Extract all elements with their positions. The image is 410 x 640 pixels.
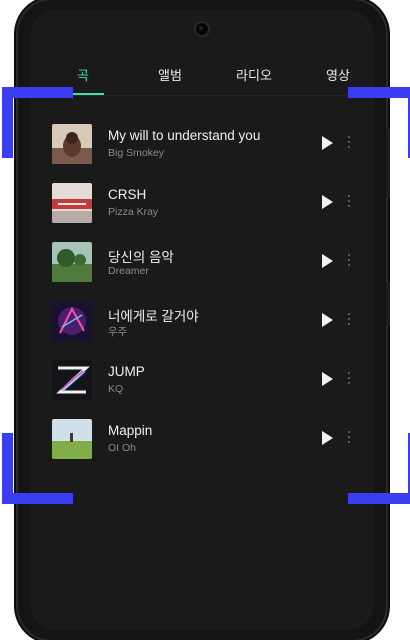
song-title: My will to understand you — [108, 128, 261, 143]
more-vertical-icon[interactable] — [346, 313, 352, 329]
song-row[interactable]: CRSH Pizza Kray — [30, 179, 374, 238]
scan-frame-corner-top-left — [2, 87, 73, 158]
song-row[interactable]: 너에게로 갈거야 우주 — [30, 297, 374, 356]
scan-frame-corner-top-right — [348, 87, 410, 158]
play-icon[interactable] — [320, 430, 334, 446]
app-screen: 곡 앨범 라디오 영상 My will to understand you Bi… — [30, 10, 374, 630]
play-icon[interactable] — [320, 194, 334, 210]
tab-albums[interactable]: 앨범 — [158, 65, 182, 84]
scan-frame-corner-bottom-right — [348, 433, 410, 504]
more-vertical-icon[interactable] — [346, 372, 352, 388]
play-icon[interactable] — [320, 371, 334, 387]
tab-songs[interactable]: 곡 — [77, 65, 89, 84]
power-button — [386, 282, 390, 326]
song-row[interactable]: My will to understand you Big Smokey — [30, 120, 374, 179]
song-row[interactable]: Mappin OI Oh — [30, 415, 374, 474]
phone-frame: 곡 앨범 라디오 영상 My will to understand you Bi… — [18, 0, 390, 640]
song-title: 당신의 음악 — [108, 250, 174, 265]
tab-videos[interactable]: 영상 — [326, 65, 350, 84]
play-icon[interactable] — [320, 253, 334, 269]
play-icon[interactable] — [320, 312, 334, 328]
song-artist: Big Smokey — [108, 147, 165, 159]
album-cover-image — [52, 301, 92, 341]
song-title: CRSH — [108, 187, 147, 202]
tab-bar: 곡 앨범 라디오 영상 — [30, 65, 374, 96]
song-artist: Pizza Kray — [108, 206, 159, 218]
song-title: JUMP — [108, 364, 145, 379]
song-artist: KQ — [108, 383, 124, 395]
song-title: 너에게로 갈거야 — [108, 309, 199, 324]
album-cover-image — [52, 242, 92, 282]
tab-radio[interactable]: 라디오 — [236, 65, 272, 84]
song-title: Mappin — [108, 423, 153, 438]
front-camera — [196, 23, 208, 35]
song-row[interactable]: JUMP KQ — [30, 356, 374, 415]
play-icon[interactable] — [320, 135, 334, 151]
song-artist: OI Oh — [108, 442, 137, 454]
scan-frame-corner-bottom-left — [2, 433, 73, 504]
more-vertical-icon[interactable] — [346, 254, 352, 270]
song-artist: 우주 — [108, 326, 128, 338]
song-row[interactable]: 당신의 음악 Dreamer — [30, 238, 374, 297]
more-vertical-icon[interactable] — [346, 195, 352, 211]
album-cover-image — [52, 360, 92, 400]
song-artist: Dreamer — [108, 265, 149, 277]
tab-divider — [30, 95, 374, 96]
album-cover-image — [52, 183, 92, 223]
